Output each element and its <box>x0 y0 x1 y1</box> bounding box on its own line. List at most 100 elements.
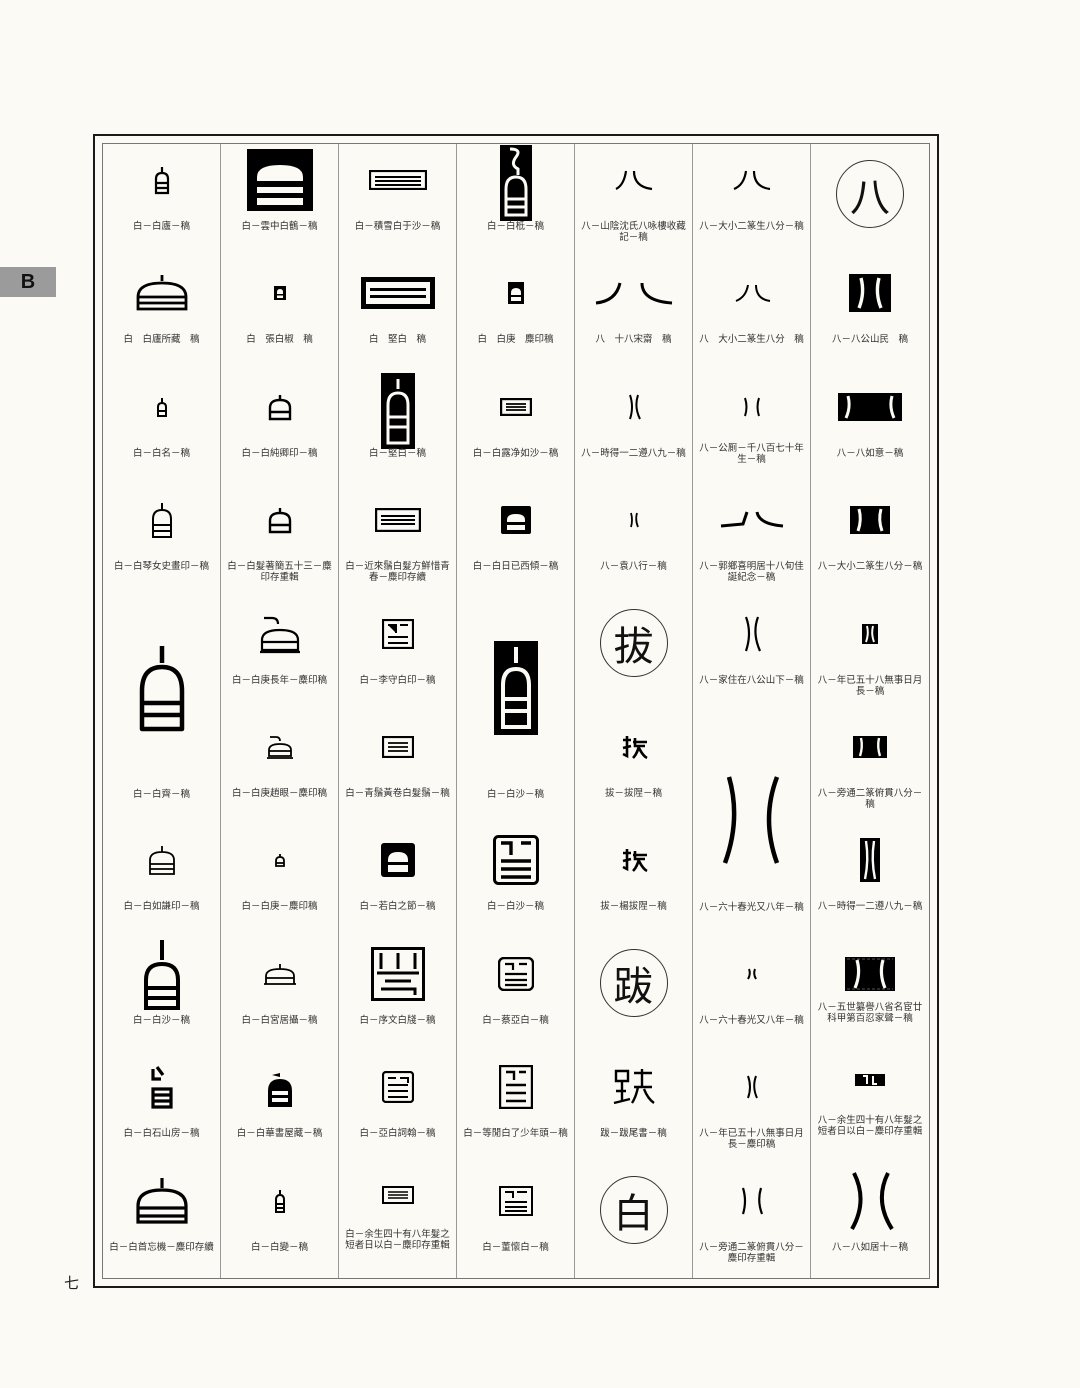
seal-entry: 八－八公山民 稿 <box>811 257 929 370</box>
seal-entry: 跋 <box>575 937 693 1052</box>
seal-entry: 白－積雪白于沙－稿 <box>339 144 457 258</box>
seal-impression-icon <box>103 598 220 778</box>
seal-impression-icon <box>103 938 220 1010</box>
seal-caption: 白－雲中白鶴－稿 <box>241 221 318 232</box>
seal-entry: 白－等閒白了少年頭－稿 <box>457 1051 575 1165</box>
seal-table: 白－白廬－稿 白 白廬所藏 稿 白－白名－稿 白－白琴女史畫印－稿 白－白齊－稿 <box>102 143 930 1279</box>
seal-impression-icon <box>221 938 338 1010</box>
seal-caption: 白－白沙－稿 <box>486 788 544 800</box>
seal-entry: 白－堅白－稿 <box>339 370 457 485</box>
seal-entry: 白－白華書屋藏－稿 <box>221 1051 339 1165</box>
seal-entry: 八－六十春光又八年－稿 <box>693 711 811 938</box>
char-ba-icon: 八 <box>811 144 929 244</box>
seal-caption: 拔－楊拔陧－稿 <box>600 901 667 913</box>
seal-caption: 八－八公山民 稿 <box>831 334 908 346</box>
seal-entry: 白－序文白牋－稿 <box>339 937 457 1052</box>
seal-entry: 八－五世纂譽八省名宦廿科甲第百忍家聲－稿 <box>811 938 929 1051</box>
seal-entry: 跋－跋尾書－稿 <box>575 1051 693 1165</box>
seal-caption: 白－白變－稿 <box>250 1241 308 1253</box>
seal-impression-icon <box>221 1051 338 1123</box>
seal-entry: 白－白髮著簡五十三－麋印存重輯 <box>221 484 339 598</box>
seal-impression-icon <box>693 938 810 1010</box>
seal-caption: 白－李守白印－稿 <box>359 674 436 686</box>
seal-entry: 白－余生四十有八年髮之短者日以白－麋印存重輯 <box>339 1164 457 1278</box>
seal-entry: 白－雲中白鶴－稿 <box>221 144 339 258</box>
seal-entry: 八－旁通二篆俯貫八分－麋印存重輯 <box>693 1164 811 1278</box>
seal-impression-icon <box>575 257 692 329</box>
seal-entry: 白－白庚長年－麋印稿 <box>221 597 339 711</box>
seal-entry: 八－時得一二遵八九－稿 <box>575 370 693 485</box>
seal-entry: 八－家住在八公山下－稿 <box>693 597 811 711</box>
seal-caption: 白－白沙－稿 <box>132 1014 190 1026</box>
seal-impression-icon <box>339 711 456 783</box>
seal-impression-icon <box>811 257 929 329</box>
seal-entry: 八 <box>811 144 929 257</box>
seal-caption: 八－六十春光又八年－稿 <box>699 1014 804 1026</box>
seal-impression-icon <box>457 824 574 896</box>
seal-caption: 八－五世纂譽八省名宦廿科甲第百忍家聲－稿 <box>817 1001 923 1024</box>
seal-entry: 拔－楊拔陧－稿 <box>575 824 693 938</box>
seal-entry: 白－青鬚黃卷白髮鬚－稿 <box>339 711 457 825</box>
seal-entry: 白－白石山房－稿 <box>103 1051 221 1165</box>
seal-impression-icon <box>457 144 574 222</box>
seal-entry: 八－余生四十有八年髮之短者日以白－麋印存重輯 <box>811 1051 929 1164</box>
seal-impression-icon <box>457 1165 574 1237</box>
seal-entry: 白－白齊－稿 <box>103 597 221 825</box>
seal-entry: 八 十八宋齋 稿 <box>575 257 693 371</box>
seal-impression-icon <box>339 371 456 451</box>
seal-caption: 跋－跋尾書－稿 <box>600 1128 667 1140</box>
seal-entry: 八－公厠－千八百七十年生－稿 <box>693 370 811 485</box>
seal-caption: 白－青鬚黃卷白髮鬚－稿 <box>345 788 450 799</box>
seal-entry: 白－蔡亞白－稿 <box>457 937 575 1052</box>
seal-entry: 白 白庚 麋印稿 <box>457 257 575 371</box>
seal-caption: 白－董懷白－稿 <box>482 1241 549 1253</box>
seal-impression-icon <box>693 598 810 670</box>
seal-caption: 白－白柢－稿 <box>486 221 544 232</box>
seal-impression-icon <box>339 1165 456 1225</box>
seal-caption: 白－白首忘機－麋印存續 <box>109 1241 214 1253</box>
seal-entry: 八－年已五十八無事日月長－稿 <box>811 598 929 711</box>
seal-caption: 白－等閒白了少年頭－稿 <box>463 1128 568 1140</box>
seal-impression-icon <box>693 721 810 921</box>
seal-entry: 白－白沙－稿 <box>457 824 575 938</box>
seal-caption: 八－八如意－稿 <box>836 447 904 459</box>
seal-entry: 白－白日已西傾－稿 <box>457 484 575 598</box>
seal-caption: 八 大小二篆生八分 稿 <box>699 334 804 346</box>
seal-caption: 八－八如居十－稿 <box>831 1241 908 1253</box>
seal-impression-icon <box>693 1051 810 1123</box>
seal-impression-icon <box>693 144 810 216</box>
seal-caption: 白－白石山房－稿 <box>123 1128 200 1140</box>
seal-caption: 拔－拔陧－稿 <box>604 788 662 799</box>
seal-impression-icon <box>811 1051 929 1109</box>
seal-entry: 白－白宮居攝－稿 <box>221 937 339 1052</box>
seal-entry: 白－白琴女史畫印－稿 <box>103 484 221 598</box>
seal-caption: 白－蔡亞白－稿 <box>482 1014 549 1026</box>
seal-impression-icon <box>221 257 338 329</box>
seal-entry: 八－八如意－稿 <box>811 371 929 484</box>
seal-entry: 八－大小二篆生八分－稿 <box>811 484 929 597</box>
seal-impression-icon <box>457 371 574 443</box>
seal-entry: 白 張白椒 稿 <box>221 257 339 371</box>
seal-impression-icon <box>811 1165 929 1237</box>
seal-impression-icon <box>811 371 929 443</box>
seal-impression-icon <box>339 938 456 1010</box>
seal-entry: 白 白廬所藏 稿 <box>103 257 221 371</box>
seal-caption: 白－序文白牋－稿 <box>359 1014 436 1026</box>
seal-caption: 白 白庚 麋印稿 <box>477 334 554 346</box>
seal-caption: 白－堅白－稿 <box>368 447 426 459</box>
seal-entry: 八－大小二篆生八分－稿 <box>693 144 811 258</box>
seal-caption: 八－旁通二篆俯貫八分－麋印存重輯 <box>699 1241 804 1264</box>
seal-impression-icon <box>575 144 692 216</box>
seal-entry: 白－白庚－麋印稿 <box>221 824 339 938</box>
seal-impression-icon <box>103 144 220 216</box>
seal-entry: 白－董懷白－稿 <box>457 1164 575 1278</box>
seal-entry: 拔 <box>575 597 693 711</box>
seal-caption: 白 堅白 稿 <box>368 334 426 346</box>
char-ba-icon: 白 <box>575 1165 692 1255</box>
seal-entry: 八－袁八行－稿 <box>575 484 693 598</box>
seal-caption: 八－時得一二遵八九－稿 <box>817 901 923 913</box>
seal-impression-icon <box>221 711 338 783</box>
seal-impression-icon <box>693 371 810 443</box>
seal-impression-icon <box>339 1051 456 1123</box>
char-ba-icon: 跋 <box>575 938 692 1028</box>
